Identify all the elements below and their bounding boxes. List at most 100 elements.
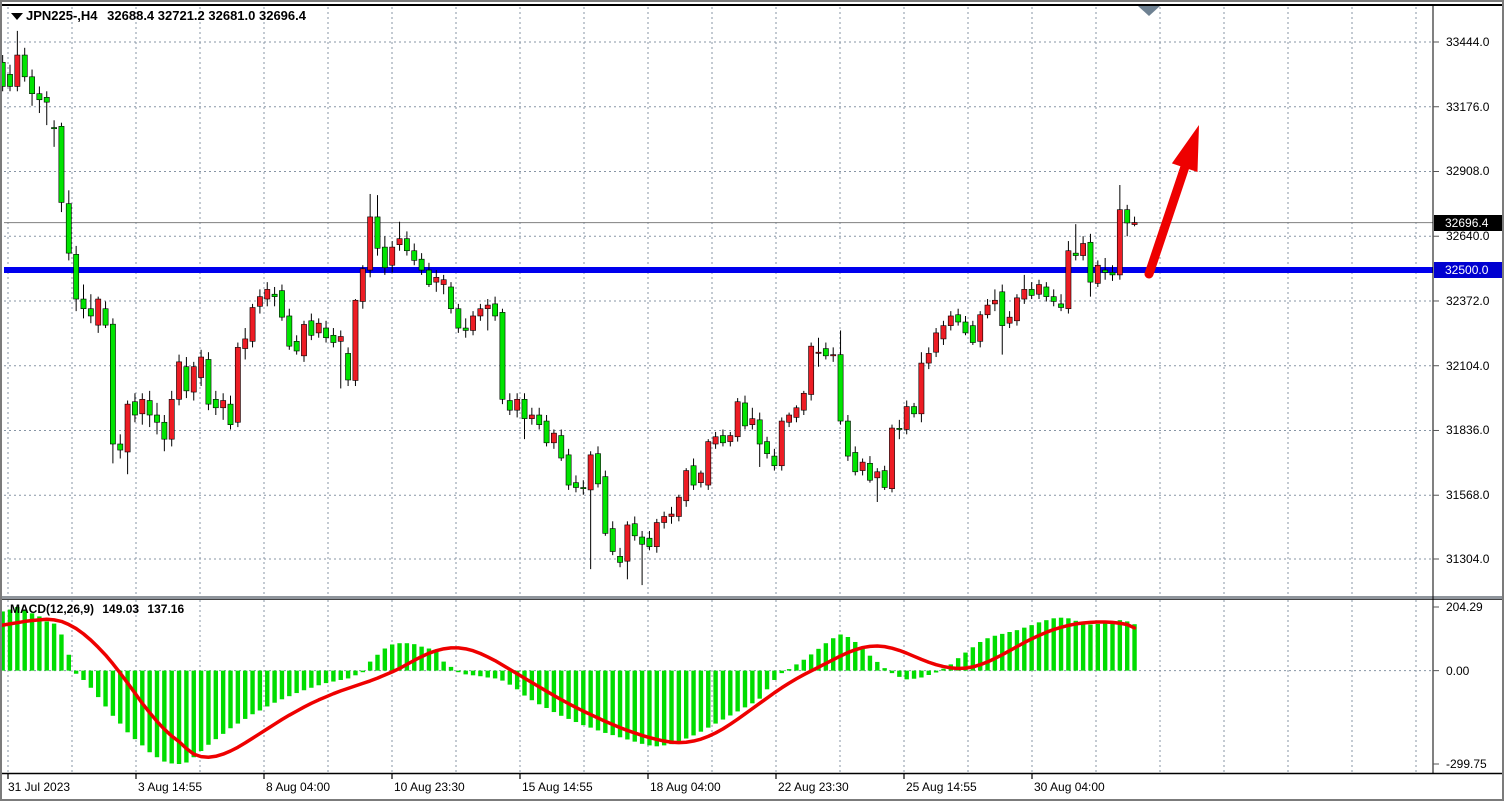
bear-candle [463,328,468,330]
hline-price-badge: 32500.0 [1434,262,1504,278]
bear-candle [647,538,652,546]
price-axis-label: 32372.0 [1446,294,1489,308]
macd-histogram-bar [471,671,475,676]
macd-histogram-bar [236,671,240,724]
bear-candle [963,322,968,333]
bear-candle [448,287,453,309]
trend-arrow-shaft[interactable] [1149,162,1187,274]
macd-histogram-bar [1118,620,1122,670]
bull-candle [985,305,990,315]
bear-candle [897,428,902,429]
bull-candle [860,462,865,470]
time-axis-label: 18 Aug 04:00 [650,780,721,794]
bear-candle [823,349,828,356]
price-axis-label: 32908.0 [1446,164,1489,178]
macd-histogram-bar [875,662,879,671]
bear-candle [507,401,512,411]
bull-candle [779,421,784,466]
bear-candle [1125,210,1130,223]
chart-title: JPN225-,H4 32688.4 32721.2 32681.0 32696… [26,8,312,23]
bear-candle [287,316,292,346]
bull-candle [485,305,490,309]
macd-histogram-bar [118,671,122,724]
macd-histogram-bar [691,671,695,736]
bear-candle [632,524,637,536]
bear-candle [493,304,498,316]
bull-candle [96,299,101,325]
bull-candle [257,297,262,307]
macd-histogram-bar [486,671,490,678]
scroll-marker-icon[interactable] [1138,6,1160,16]
bull-candle [1014,298,1019,321]
macd-histogram-bar [772,671,776,680]
trend-arrow-head[interactable] [1172,125,1199,172]
bull-candle [360,269,365,302]
macd-histogram-bar [272,671,276,703]
macd-histogram-bar [882,668,886,670]
macd-histogram-bar [449,667,453,671]
macd-histogram-bar [456,671,460,673]
macd-histogram-bar [758,671,762,699]
macd-histogram-bar [552,671,556,712]
macd-histogram-bar [574,671,578,722]
macd-histogram-bar [1125,621,1129,670]
bear-candle [404,239,409,251]
bull-candle [801,393,806,410]
price-axis-label: 31568.0 [1446,488,1489,502]
bull-candle [125,404,130,452]
bear-candle [882,471,887,488]
macd-histogram-bar [581,671,585,726]
macd-histogram-bar [993,636,997,671]
bear-candle [559,436,564,458]
macd-histogram-bar [706,671,710,728]
time-axis[interactable] [2,774,1504,801]
macd-histogram-bar [905,671,909,680]
bear-candle [1110,272,1115,274]
macd-histogram-bar [662,671,666,746]
time-axis-label: 30 Aug 04:00 [1034,780,1105,794]
bear-candle [52,128,57,129]
bull-candle [221,401,226,408]
bear-candle [720,436,725,443]
bull-candle [1117,210,1122,275]
macd-histogram-bar [346,671,350,679]
bear-candle [118,444,123,450]
bear-candle [595,454,600,484]
macd-histogram-bar [794,664,798,670]
symbol-dropdown-icon[interactable] [11,13,23,20]
bull-candle [904,407,909,430]
bear-candle [838,355,843,421]
bear-candle [279,291,284,318]
bull-candle [1007,317,1012,323]
bear-candle [970,326,975,343]
bear-candle [294,341,299,351]
macd-histogram-bar [566,671,570,719]
macd-histogram-bar [155,671,159,758]
macd-histogram-bar [934,671,938,673]
macd-histogram-bar [802,660,806,671]
macd-histogram-bar [45,621,49,670]
bear-candle [573,483,578,488]
macd-histogram-bar [434,652,438,671]
price-axis[interactable] [1433,2,1504,774]
bull-candle [948,316,953,326]
price-chart-canvas[interactable] [2,2,1504,801]
bear-candle [66,204,71,254]
bear-candle [911,407,916,414]
bear-candle [610,529,615,552]
bear-candle [81,299,86,309]
macd-histogram-bar [265,671,269,707]
bull-candle [199,357,204,378]
macd-histogram-bar [735,671,739,712]
bull-candle [816,352,821,353]
macd-histogram-bar [684,671,688,739]
bear-candle [184,367,189,391]
macd-histogram-bar [192,671,196,758]
macd-histogram-bar [853,642,857,671]
macd-histogram-bar [912,671,916,679]
bull-candle [676,497,681,516]
bull-candle [750,419,755,425]
bear-candle [412,251,417,261]
price-axis-label: 32640.0 [1446,229,1489,243]
bear-candle [1044,287,1049,297]
